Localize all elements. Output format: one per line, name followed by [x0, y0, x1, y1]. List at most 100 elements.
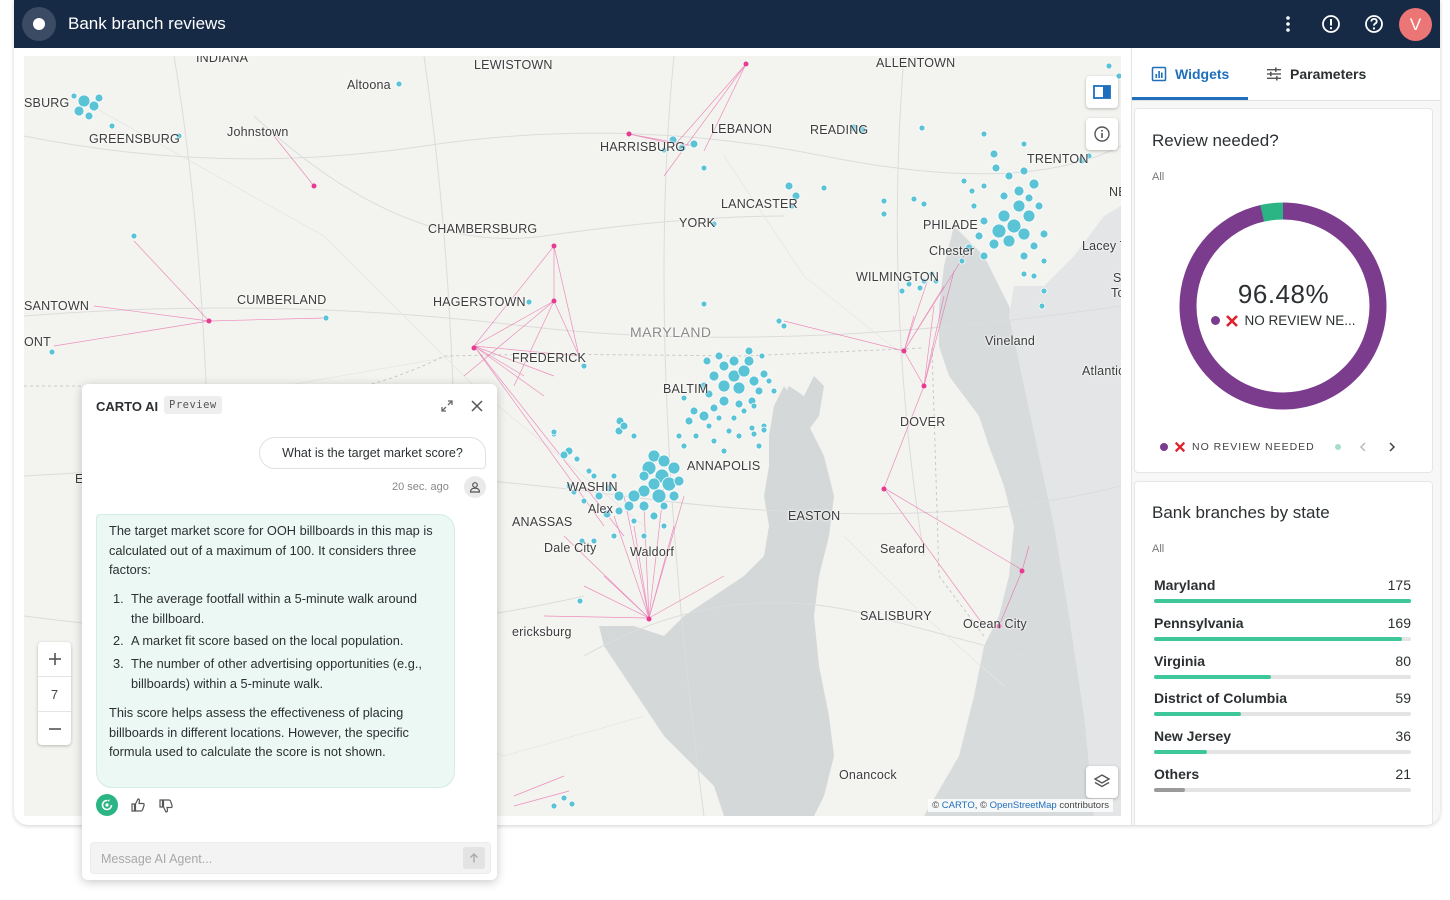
legend-next-icon[interactable]: [1386, 441, 1398, 453]
bar-fill: [1154, 750, 1207, 754]
more-vertical-icon[interactable]: [1277, 13, 1299, 35]
map-label-fredericksburg: ericksburg: [512, 625, 572, 639]
map-label-chester: Chester: [929, 244, 975, 258]
carto-ai-agent-icon: [96, 794, 118, 816]
bar-track: [1154, 712, 1411, 716]
top-app-bar: Bank branch reviews V: [14, 0, 1440, 48]
map-label-s: S: [1113, 271, 1121, 285]
layers-button[interactable]: [1086, 766, 1118, 798]
map-label-alexandria: Alex: [588, 502, 614, 516]
donut-center-label: NO REVIEW NE...: [1244, 313, 1356, 328]
list-number: 1.: [113, 591, 124, 606]
attribution-prefix: ©: [932, 800, 940, 811]
legend-dot-review: [1334, 444, 1341, 450]
bar-track: [1154, 675, 1411, 679]
person-icon: [469, 482, 481, 493]
user-message-bubble: What is the target market score?: [259, 437, 486, 469]
map-label-annapolis: ANNAPOLIS: [687, 459, 761, 473]
zoom-out-button[interactable]: [38, 712, 71, 746]
state-name: Virginia: [1154, 653, 1206, 669]
panel-toggle-icon: [1093, 85, 1111, 99]
chat-title: CARTO AI: [96, 399, 159, 414]
user-avatar-icon: [464, 476, 486, 498]
map-label-manassas: ANASSAS: [512, 515, 573, 529]
message-input[interactable]: [99, 849, 453, 869]
alert-icon[interactable]: [1320, 13, 1342, 35]
ai-response-outro: This score helps assess the effectivenes…: [109, 705, 409, 759]
state-name: Others: [1154, 766, 1200, 782]
preview-badge: Preview: [164, 396, 222, 414]
map-label-greensburg: GREENSBURG: [89, 132, 180, 146]
attribution-suffix: contributors: [1059, 800, 1109, 811]
bar-track: [1154, 637, 1411, 641]
map-label-vineland: Vineland: [985, 334, 1036, 348]
review-needed-widget: Review needed? All 96.48% NO REVIEW NE..…: [1134, 108, 1433, 473]
map-label-maryland: MARYLAND: [630, 324, 712, 340]
app-title: Bank branch reviews: [68, 14, 226, 33]
send-button[interactable]: [463, 847, 485, 869]
list-number: 3.: [113, 656, 124, 671]
sliders-icon: [1267, 67, 1281, 81]
ai-chat-panel: CARTO AI Preview What is the target mark…: [82, 384, 497, 880]
app-logo-button[interactable]: [22, 7, 56, 41]
map-label-frederick: FREDERICK: [512, 351, 587, 365]
thumbs-down-icon[interactable]: [158, 798, 174, 814]
tab-parameters[interactable]: Parameters: [1266, 66, 1366, 82]
map-label-atlantic: Atlantic C: [1082, 364, 1121, 378]
user-avatar[interactable]: V: [1399, 8, 1432, 41]
close-icon[interactable]: [470, 399, 484, 413]
minus-icon: [48, 728, 61, 730]
map-label-to: To: [1111, 286, 1121, 300]
state-value: 36: [1395, 728, 1411, 744]
map-label-allentown: ALLENTOWN: [876, 56, 956, 70]
state-value: 59: [1395, 690, 1411, 706]
widgets-chart-icon: [1151, 66, 1167, 82]
donut-percent: 96.48%: [1237, 279, 1330, 309]
x-mark-icon: [1226, 314, 1239, 327]
legend-prev-icon[interactable]: [1357, 441, 1369, 453]
bar-fill: [1154, 712, 1241, 716]
chat-input-box: [90, 842, 491, 874]
state-widget-title: Bank branches by state: [1152, 503, 1330, 522]
x-mark-legend-icon: [1174, 441, 1186, 453]
legend-dot: [1211, 316, 1221, 325]
map-label-ocean-city: Ocean City: [963, 617, 1027, 631]
zoom-in-button[interactable]: [38, 642, 71, 676]
osm-link[interactable]: OpenStreetMap: [990, 800, 1057, 811]
map-label-onancock: Onancock: [839, 768, 897, 782]
tab-parameters-label: Parameters: [1290, 66, 1367, 82]
bar-fill: [1154, 675, 1272, 679]
map-label-new: NEW: [1109, 185, 1121, 199]
map-label-york: YORK: [679, 216, 716, 230]
carto-link[interactable]: CARTO: [942, 800, 975, 811]
map-label-lewistown: LEWISTOWN: [474, 58, 553, 72]
ai-response-intro: The target market score for OOH billboar…: [109, 523, 433, 577]
plus-icon: [48, 653, 61, 665]
zoom-level: 7: [38, 676, 71, 712]
map-label-harrisburg: HARRISBURG: [600, 140, 686, 154]
map-label-lebanon: LEBANON: [711, 122, 773, 136]
active-tab-indicator: [1132, 97, 1248, 100]
map-label-santown: SANTOWN: [24, 299, 90, 313]
map-info-button[interactable]: [1086, 118, 1118, 150]
map-label-wilmington: WILMINGTON: [856, 270, 940, 284]
map-label-chambersburg: CHAMBERSBURG: [428, 222, 538, 236]
thumbs-up-icon[interactable]: [130, 797, 146, 813]
help-icon[interactable]: [1363, 13, 1385, 35]
map-attribution: © CARTO, © OpenStreetMap contributors: [928, 799, 1113, 812]
map-label-johnstown: Johnstown: [227, 125, 289, 139]
map-label-dover: DOVER: [900, 415, 946, 429]
tab-widgets[interactable]: Widgets: [1151, 66, 1229, 82]
map-label-lancaster: LANCASTER: [721, 197, 798, 211]
map-label-easton: EASTON: [788, 509, 841, 523]
map-label-dale-city: Dale City: [544, 541, 597, 555]
map-label-ont: ONT: [24, 335, 51, 349]
panel-toggle-button[interactable]: [1086, 76, 1118, 108]
expand-icon[interactable]: [440, 399, 454, 413]
legend-dot-no-review: [1160, 443, 1168, 451]
state-name: Maryland: [1154, 577, 1216, 593]
state-name: District of Columbia: [1154, 690, 1288, 706]
map-label-washington: WASHIN: [567, 480, 618, 494]
bar-track: [1154, 750, 1411, 754]
map-label-cumberland: CUMBERLAND: [237, 293, 327, 307]
